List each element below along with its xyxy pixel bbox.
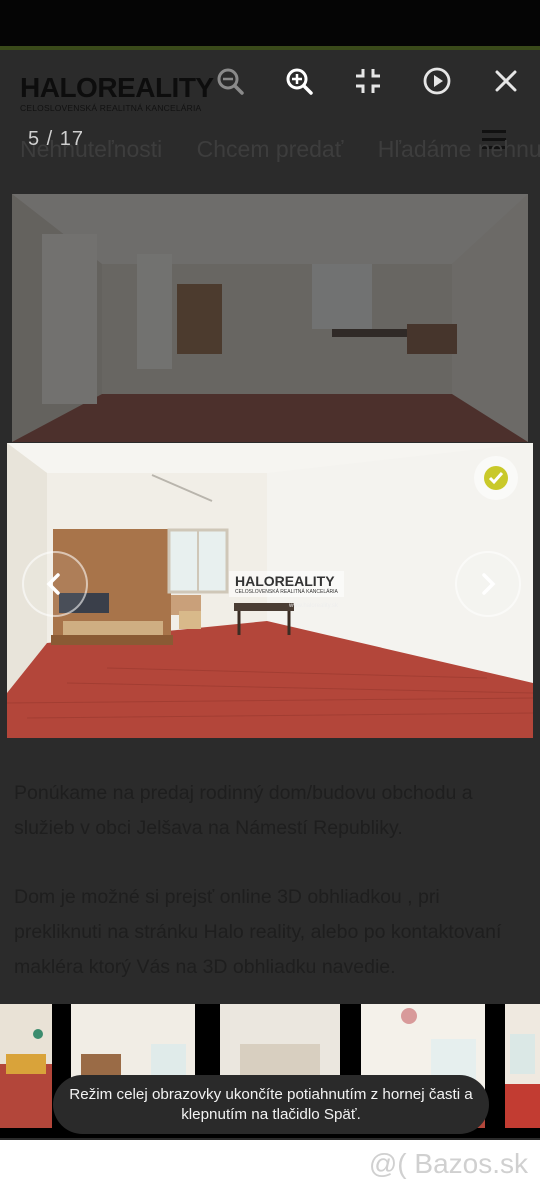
close-icon[interactable] (489, 64, 523, 98)
status-bar (0, 0, 540, 46)
bazos-watermark: @( Bazos.sk (368, 1148, 528, 1179)
thumbnail[interactable] (0, 1004, 52, 1128)
nav-item-chcem-predat[interactable]: Chcem predať (197, 136, 344, 162)
next-image-button[interactable] (455, 551, 521, 617)
logo-subtitle: CELOSLOVENSKÁ REALITNÁ KANCELÁRIA (20, 103, 202, 113)
exit-fullscreen-icon[interactable] (351, 64, 385, 98)
nav-item-hladame[interactable]: Hľadáme nehnu (378, 136, 540, 162)
prev-image-button[interactable] (22, 551, 88, 617)
zoom-out-icon[interactable] (213, 64, 247, 98)
photo-watermark-text: HALOREALITY (235, 573, 335, 589)
verified-badge-icon (474, 456, 518, 500)
gallery-overlay: HALOREALITY CELOSLOVENSKÁ REALITNÁ KANCE… (0, 50, 540, 1140)
description-paragraph-1: Ponúkame na predaj rodinný dom/budovu ob… (14, 782, 473, 839)
photo-watermark-logo: HALOREALITY CELOSLOVENSKÁ REALITNÁ KANCE… (229, 571, 344, 597)
thumbnail[interactable] (505, 1004, 540, 1128)
fullscreen-toast: Režim celej obrazovky ukončíte potiahnut… (53, 1075, 489, 1134)
photo-watermark-sub: CELOSLOVENSKÁ REALITNÁ KANCELÁRIA (235, 589, 338, 595)
play-icon[interactable] (420, 64, 454, 98)
background-photo (12, 194, 528, 442)
photo-watermark-url: www.haloreality.sk (289, 603, 338, 609)
logo-text: HALOREALITY (20, 72, 214, 103)
listing-description: Ponúkame na predaj rodinný dom/budovu ob… (14, 776, 524, 1019)
image-counter: 5 / 17 (28, 128, 85, 150)
zoom-in-icon[interactable] (282, 64, 316, 98)
site-nav: Nehnuteľnosti Chcem predať Hľadáme nehnu (20, 136, 540, 163)
site-logo: HALOREALITY CELOSLOVENSKÁ REALITNÁ KANCE… (20, 72, 214, 114)
description-paragraph-2: Dom je možné si prejsť online 3D obhliad… (14, 886, 502, 978)
